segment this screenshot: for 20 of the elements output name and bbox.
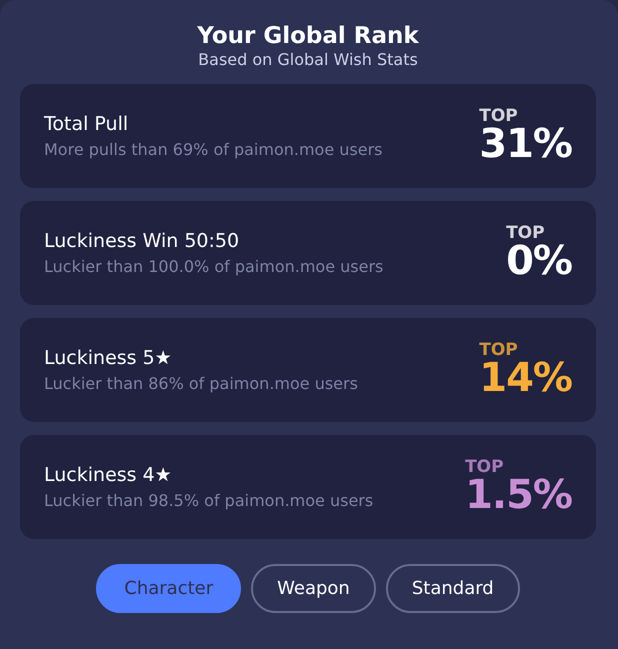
rank-label: TOP (479, 342, 518, 358)
stat-title: Total Pull (44, 112, 130, 137)
panel-title: Your Global Rank (196, 22, 420, 50)
panel-subtitle: Based on Global Wish Stats (197, 50, 419, 70)
category-tab[interactable]: Standard (386, 564, 520, 613)
rank-label: TOP (506, 225, 545, 241)
stat-description: More pulls than 69% of paimon.moe users (44, 139, 383, 161)
stat-description: Luckier than 98.5% of paimon.moe users (44, 490, 374, 512)
stat-title: Luckiness 4★ (44, 463, 173, 488)
category-tab[interactable]: Weapon (251, 564, 376, 613)
rank-value: 31% (479, 124, 572, 164)
stat-title: Luckiness Win 50:50 (44, 229, 240, 254)
stat-title: Luckiness 5★ (44, 346, 173, 371)
rank-label: TOP (465, 459, 504, 475)
rank-label: TOP (479, 108, 518, 124)
stat-description: Luckier than 86% of paimon.moe users (44, 373, 358, 395)
stat-description: Luckier than 100.0% of paimon.moe users (44, 256, 384, 278)
rank-value: 14% (479, 358, 572, 398)
rank-value: 0% (506, 241, 572, 281)
rank-value: 1.5% (465, 475, 572, 515)
